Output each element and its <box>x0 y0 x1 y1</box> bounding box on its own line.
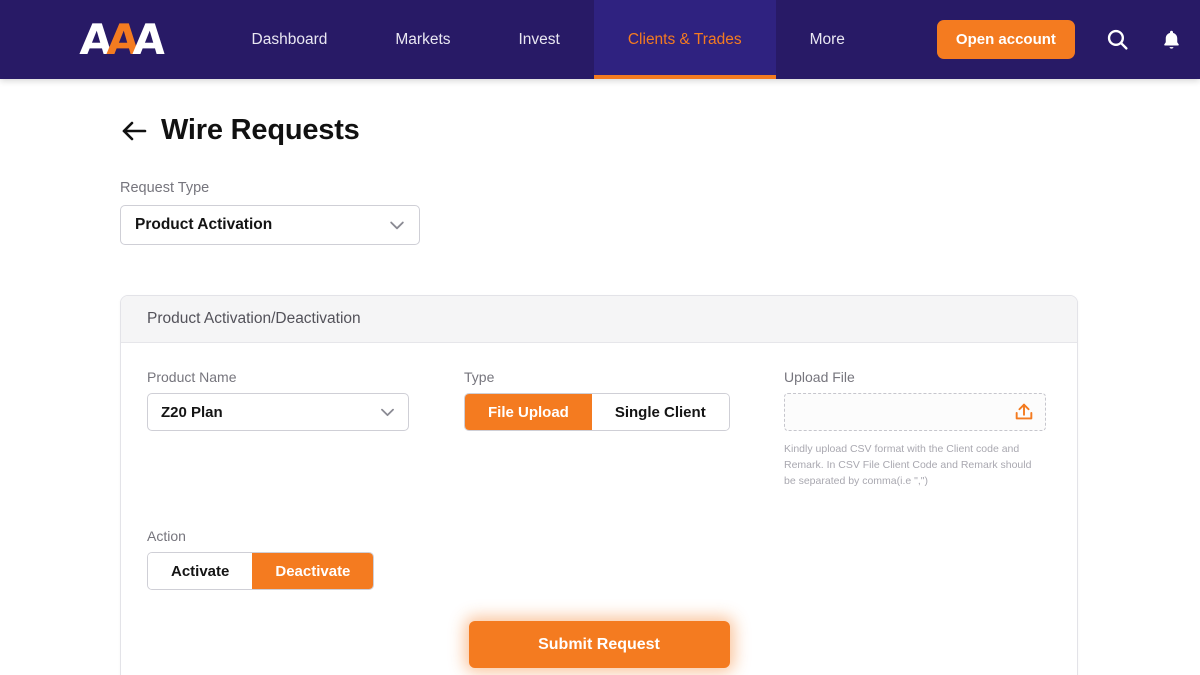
main-nav: Dashboard Markets Invest Clients & Trade… <box>218 0 879 79</box>
back-arrow-icon[interactable] <box>120 119 148 143</box>
nav-label-more: More <box>809 30 845 48</box>
nav-item-markets[interactable]: Markets <box>361 0 484 79</box>
upload-file-dropzone[interactable] <box>784 393 1046 431</box>
bell-icon[interactable] <box>1160 28 1183 52</box>
request-type-select[interactable]: Product Activation <box>120 205 420 245</box>
chevron-down-icon <box>387 215 407 235</box>
logo-letter-3: A <box>131 14 161 64</box>
action-label: Action <box>147 528 186 545</box>
request-type-field: Request Type Product Activation <box>0 147 1200 245</box>
card-fields-row-2: Action Activate Deactivate <box>147 528 1051 591</box>
search-icon[interactable] <box>1105 27 1130 52</box>
type-option-file-upload[interactable]: File Upload <box>465 394 592 430</box>
product-name-label: Product Name <box>147 369 237 385</box>
logo-letter-2: A <box>105 14 135 64</box>
submit-request-button[interactable]: Submit Request <box>468 621 730 669</box>
upload-icon[interactable] <box>1013 401 1035 423</box>
chevron-down-icon <box>378 403 397 422</box>
request-type-label: Request Type <box>120 180 210 196</box>
nav-item-dashboard[interactable]: Dashboard <box>218 0 362 79</box>
nav-label-markets: Markets <box>395 30 451 48</box>
page-header: Wire Requests <box>0 79 1200 147</box>
product-name-value: Z20 Plan <box>161 403 223 421</box>
spacer-col-1 <box>464 528 784 590</box>
logo-letter-1: A <box>78 14 108 64</box>
action-option-deactivate[interactable]: Deactivate <box>252 553 374 590</box>
action-option-activate[interactable]: Activate <box>148 553 253 590</box>
nav-item-invest[interactable]: Invest <box>485 0 594 79</box>
logo-aaa: AAA <box>78 14 161 64</box>
brand-logo[interactable]: AAA <box>0 0 161 79</box>
type-segmented-control: File Upload Single Client <box>464 393 730 431</box>
page-content: Wire Requests Request Type Product Activ… <box>0 79 1200 675</box>
nav-label-clients-and-trades: Clients & Trades <box>627 30 742 48</box>
card-title: Product Activation/Deactivation <box>147 310 361 327</box>
type-field: Type File Upload Single Client <box>464 369 784 489</box>
product-name-select[interactable]: Z20 Plan <box>147 393 409 431</box>
product-name-field: Product Name Z20 Plan <box>147 369 464 489</box>
spacer-col-2 <box>784 528 1051 590</box>
upload-file-label: Upload File <box>784 369 855 385</box>
nav-item-more[interactable]: More <box>776 0 879 79</box>
submit-row: Submit Request <box>147 621 1051 669</box>
open-account-button[interactable]: Open account <box>936 20 1075 59</box>
nav-item-clients-and-trades[interactable]: Clients & Trades <box>593 0 776 79</box>
request-type-value: Product Activation <box>135 216 273 233</box>
card-fields-row-1: Product Name Z20 Plan Type File Upload S… <box>147 369 1051 489</box>
nav-label-invest: Invest <box>518 30 560 48</box>
top-navigation-bar: AAA Dashboard Markets Invest Clients & T… <box>0 0 1200 79</box>
nav-right-actions: Open account <box>936 0 1200 79</box>
action-field: Action Activate Deactivate <box>147 528 464 591</box>
nav-label-dashboard: Dashboard <box>251 30 328 48</box>
type-label: Type <box>464 369 495 385</box>
card-body: Product Name Z20 Plan Type File Upload S… <box>121 343 1077 675</box>
page-title: Wire Requests <box>161 114 360 146</box>
product-activation-card: Product Activation/Deactivation Product … <box>120 295 1078 675</box>
card-header: Product Activation/Deactivation <box>121 296 1077 343</box>
action-segmented-control: Activate Deactivate <box>147 552 375 591</box>
upload-file-field: Upload File Kindly upload CSV format wit… <box>784 369 1051 489</box>
upload-file-hint: Kindly upload CSV format with the Client… <box>784 443 1032 487</box>
type-option-single-client[interactable]: Single Client <box>591 394 729 430</box>
